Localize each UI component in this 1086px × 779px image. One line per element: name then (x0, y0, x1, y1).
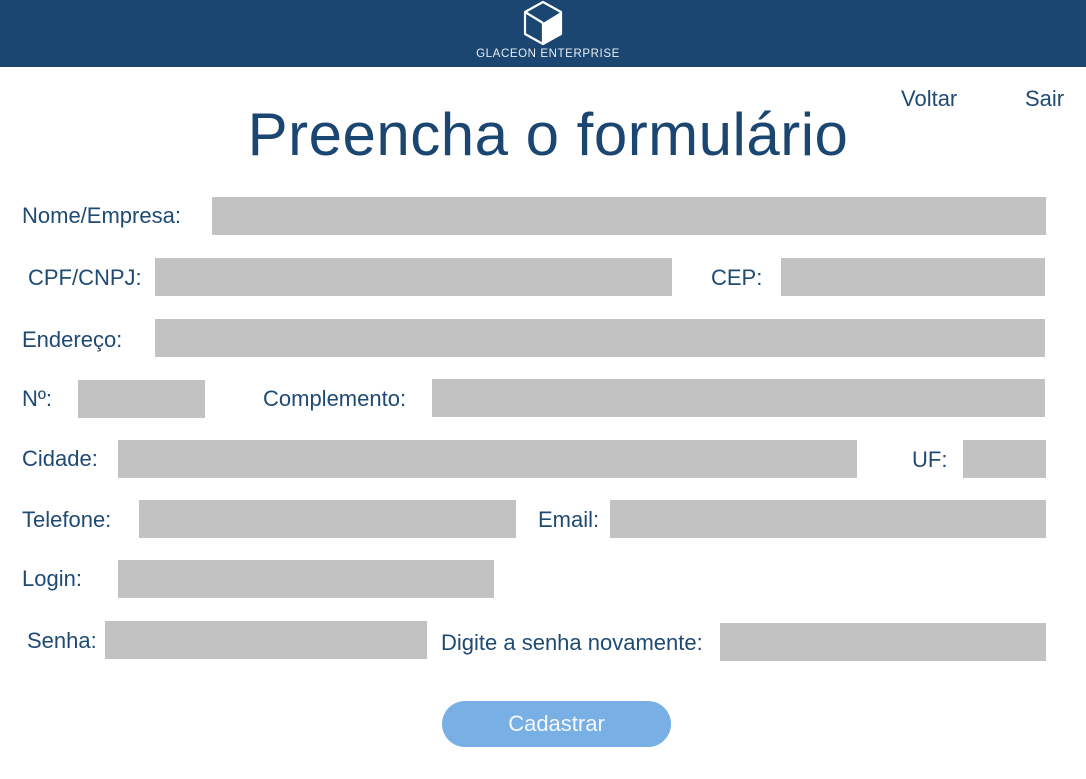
uf-field[interactable] (963, 440, 1046, 478)
name-label: Nome/Empresa: (22, 203, 181, 228)
cpf-label: CPF/CNPJ: (28, 265, 142, 290)
cube-icon (523, 0, 563, 46)
password-confirm-field[interactable] (720, 623, 1046, 661)
complement-field[interactable] (432, 379, 1045, 417)
brand-name: GLACEON ENTERPRISE (476, 48, 620, 60)
address-field[interactable] (155, 319, 1045, 357)
register-button[interactable]: Cadastrar (442, 701, 671, 747)
complement-label: Complemento: (263, 386, 407, 411)
password-field[interactable] (105, 621, 427, 659)
address-label: Endereço: (22, 327, 123, 352)
city-label: Cidade: (22, 446, 98, 471)
login-label: Login: (22, 566, 82, 591)
cep-field[interactable] (781, 258, 1045, 296)
uf-label: UF: (912, 447, 948, 472)
number-field[interactable] (78, 380, 205, 418)
cep-label: CEP: (711, 265, 763, 290)
password-confirm-label: Digite a senha novamente: (441, 630, 703, 655)
login-field[interactable] (118, 560, 494, 598)
top-header: GLACEON ENTERPRISE (0, 0, 1086, 67)
password-label: Senha: (27, 628, 97, 653)
number-label: Nº: (22, 386, 53, 411)
phone-label: Telefone: (22, 507, 112, 532)
phone-field[interactable] (139, 500, 516, 538)
city-field[interactable] (118, 440, 857, 478)
page-title: Preencha o formulário (247, 101, 849, 168)
name-field[interactable] (212, 197, 1046, 235)
cpf-field[interactable] (155, 258, 672, 296)
email-label: Email: (538, 507, 600, 532)
email-field[interactable] (610, 500, 1046, 538)
